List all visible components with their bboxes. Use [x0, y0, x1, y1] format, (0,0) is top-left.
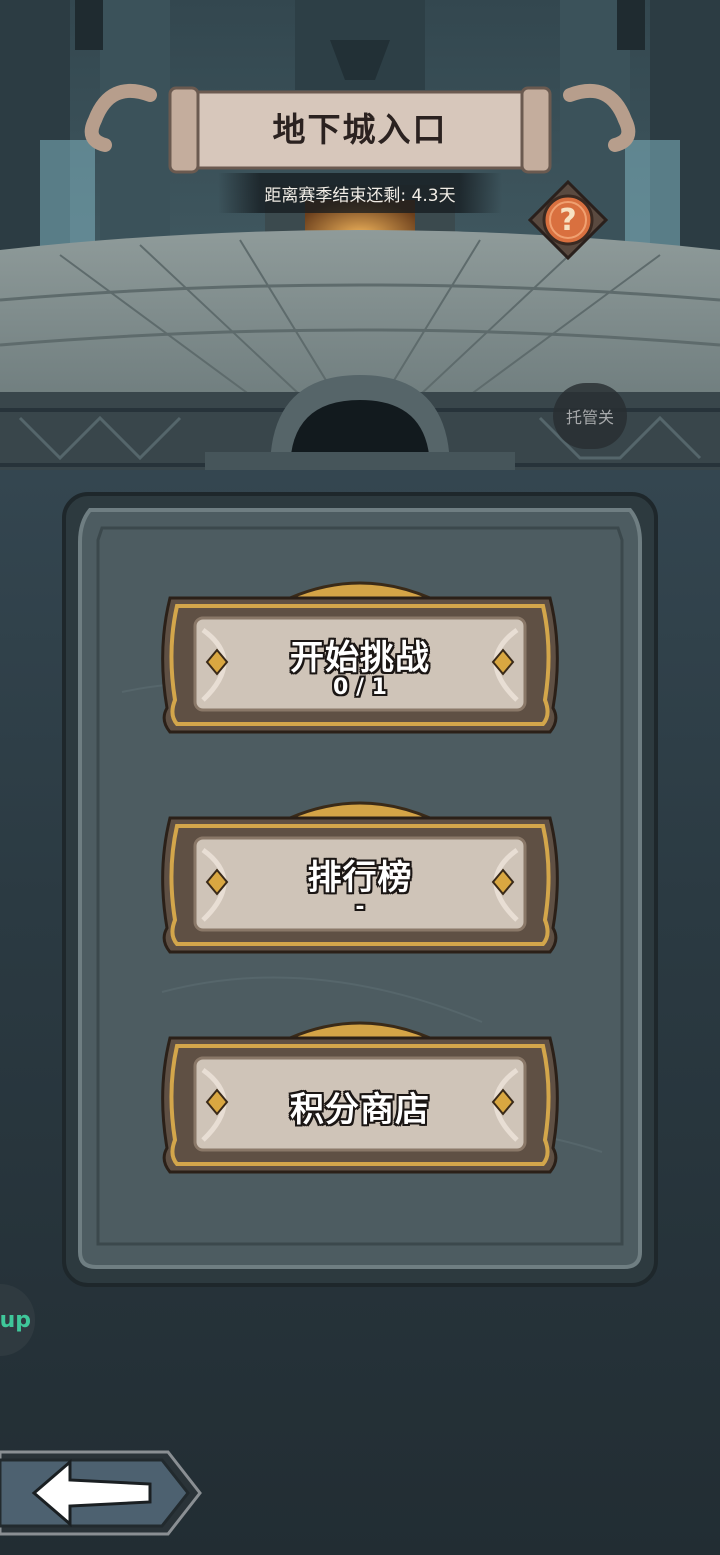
- points-shop-button[interactable]: 积分商店: [155, 1010, 565, 1180]
- leaderboard-rank: -: [355, 895, 365, 920]
- start-challenge-label: 开始挑战: [290, 638, 430, 678]
- back-arrow-icon: [0, 1450, 202, 1536]
- points-shop-label: 积分商店: [290, 1090, 430, 1130]
- challenge-count: 0 / 1: [333, 675, 387, 700]
- auto-battle-toggle[interactable]: 托管关: [553, 383, 627, 449]
- back-button[interactable]: [0, 1448, 205, 1538]
- leaderboard-label: 排行榜: [307, 858, 413, 898]
- leaderboard-button[interactable]: 排行榜 -: [155, 790, 565, 960]
- page-title: 地下城入口: [272, 110, 448, 149]
- help-glyph: ?: [559, 202, 577, 238]
- side-tab-label: up: [0, 1307, 31, 1333]
- help-button[interactable]: ?: [527, 179, 609, 261]
- season-countdown: 距离赛季结束还剩: 4.3天: [218, 173, 502, 213]
- start-challenge-button[interactable]: 开始挑战 0 / 1: [155, 570, 565, 740]
